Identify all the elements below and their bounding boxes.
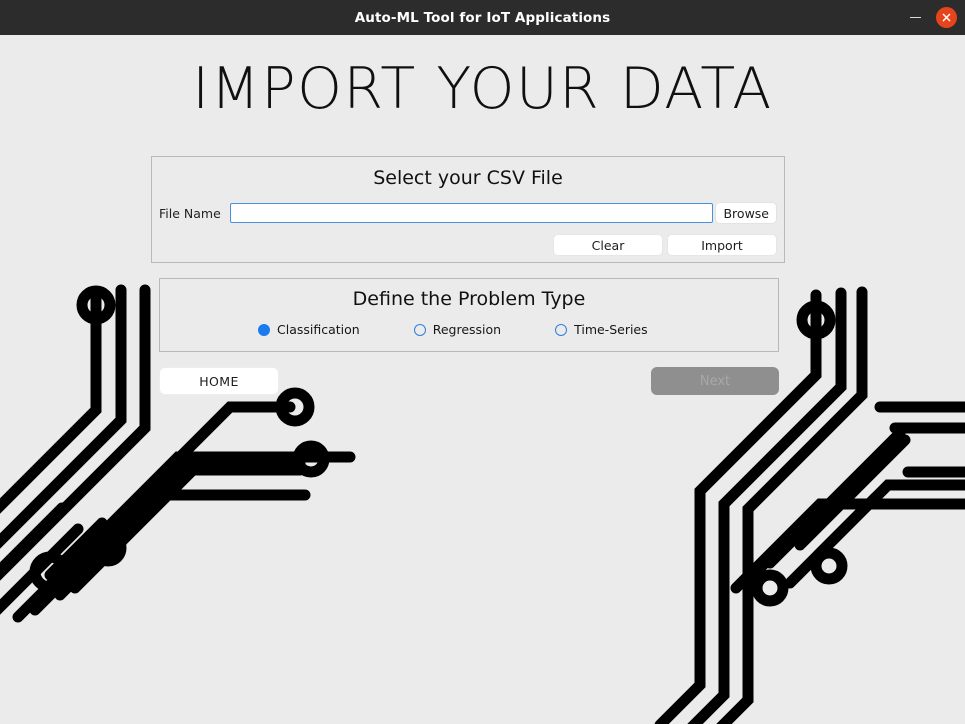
- window-titlebar: Auto-ML Tool for IoT Applications: [0, 0, 965, 35]
- radio-time-series-label: Time-Series: [574, 322, 648, 337]
- radio-time-series[interactable]: Time-Series: [555, 322, 648, 337]
- file-name-input[interactable]: [229, 203, 714, 223]
- radio-empty-icon: [413, 323, 426, 336]
- problem-type-panel: Define the Problem Type Classification R…: [159, 278, 779, 352]
- import-button[interactable]: Import: [667, 234, 777, 256]
- radio-regression-label: Regression: [432, 322, 502, 337]
- close-icon[interactable]: [936, 7, 957, 28]
- radio-classification-label: Classification: [277, 322, 360, 337]
- csv-panel-title: Select your CSV File: [373, 167, 563, 189]
- window-controls: [904, 0, 957, 35]
- radio-regression[interactable]: Regression: [413, 322, 502, 337]
- page-title: IMPORT YOUR DATA: [192, 56, 773, 122]
- csv-file-panel: Select your CSV File File Name Browse Cl…: [151, 156, 785, 263]
- clear-button[interactable]: Clear: [553, 234, 663, 256]
- radio-filled-icon: [258, 323, 270, 336]
- home-button[interactable]: HOME: [159, 367, 279, 395]
- browse-button[interactable]: Browse: [715, 202, 777, 224]
- csv-action-row: Clear Import: [152, 234, 784, 256]
- problem-panel-title: Define the Problem Type: [352, 288, 586, 310]
- file-name-label: File Name: [159, 205, 221, 221]
- main-content: IMPORT YOUR DATA Select your CSV File Fi…: [0, 35, 965, 724]
- problem-type-radio-group: Classification Regression Time-Series: [160, 322, 778, 337]
- circuit-decoration: [0, 284, 965, 724]
- next-button[interactable]: Next: [651, 367, 779, 395]
- window-title: Auto-ML Tool for IoT Applications: [354, 9, 611, 26]
- radio-classification[interactable]: Classification: [258, 322, 360, 337]
- file-name-row: File Name Browse: [152, 202, 784, 224]
- minimize-icon[interactable]: [904, 7, 926, 29]
- radio-empty-icon: [555, 323, 568, 336]
